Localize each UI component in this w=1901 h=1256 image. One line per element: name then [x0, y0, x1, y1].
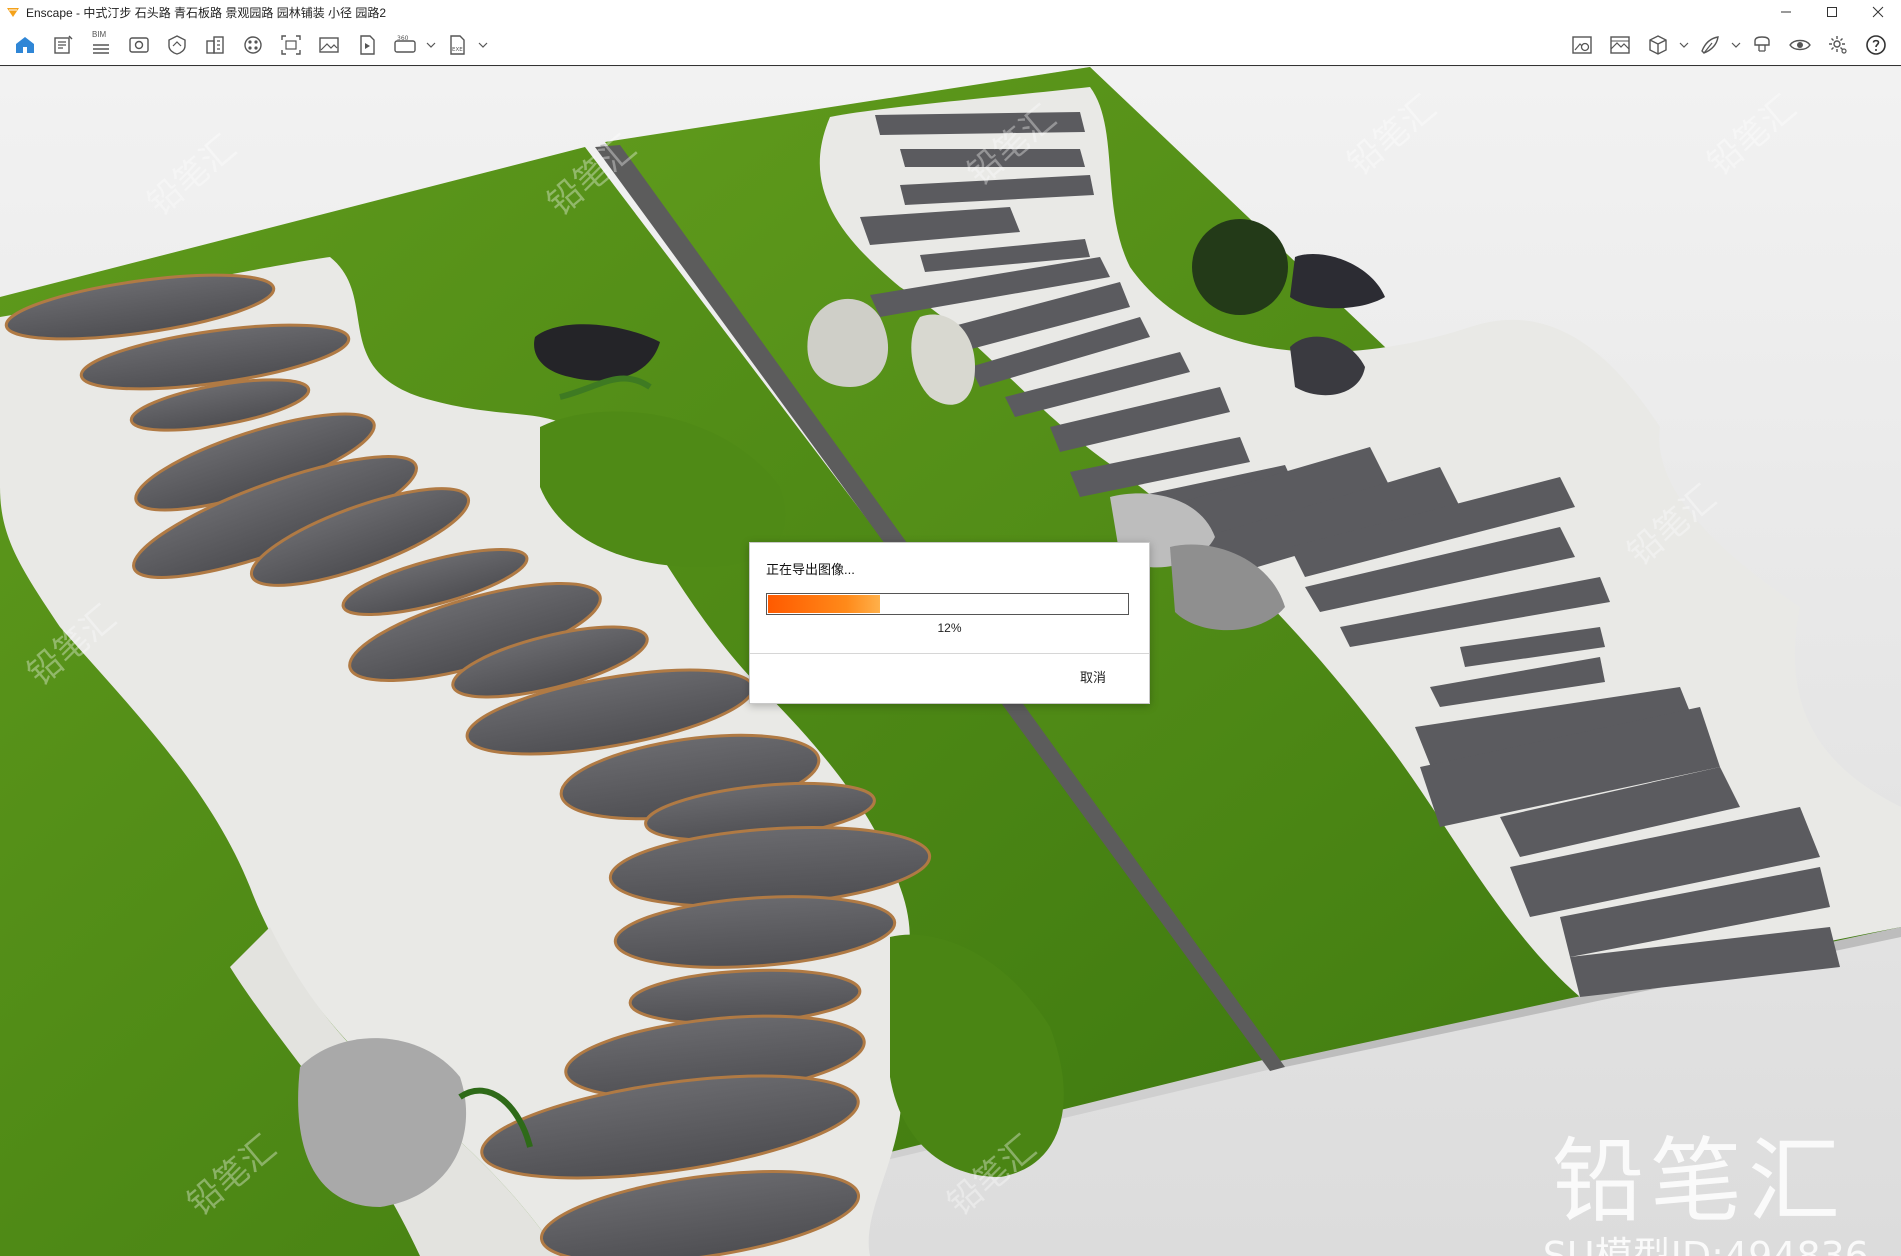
cube-view-dropdown[interactable]: [1677, 28, 1691, 62]
vr-headset-icon: [1754, 36, 1770, 52]
cube-view-icon: [1649, 35, 1667, 55]
dialog-title: 正在导出图像...: [766, 562, 855, 577]
minimize-button[interactable]: [1763, 0, 1809, 24]
capture-icon: [1610, 36, 1630, 54]
export-dropdown[interactable]: [476, 28, 490, 62]
panorama-dropdown[interactable]: [424, 28, 438, 62]
eye-button[interactable]: [1781, 28, 1819, 62]
chevron-down-icon: [478, 42, 488, 48]
help-icon: [1866, 35, 1886, 55]
bim-label: BIM: [92, 29, 107, 39]
minimize-icon: [1781, 11, 1791, 13]
panorama-button[interactable]: 360: [386, 28, 424, 62]
toolbar-right-group: [1563, 24, 1895, 66]
chevron-down-icon: [1679, 42, 1689, 48]
asset-library-button[interactable]: [44, 28, 82, 62]
material-editor-dropdown[interactable]: [1729, 28, 1743, 62]
help-button[interactable]: [1857, 28, 1895, 62]
vr-headset-button[interactable]: [1743, 28, 1781, 62]
chevron-down-icon: [1731, 42, 1741, 48]
window-controls: [1763, 0, 1901, 24]
close-button[interactable]: [1855, 0, 1901, 24]
progress-percent: 12%: [937, 621, 962, 635]
buildings-button[interactable]: [196, 28, 234, 62]
enscape-logo-icon: [7, 8, 19, 17]
batch-render-icon: [319, 36, 339, 53]
export-exe-button[interactable]: EXE: [438, 28, 476, 62]
bim-button[interactable]: BIM: [82, 28, 120, 62]
cancel-button[interactable]: 取消: [1080, 667, 1106, 686]
settings-button[interactable]: [1819, 28, 1857, 62]
site-context-icon: [168, 34, 186, 55]
progress-fill: [768, 595, 880, 613]
toolbar: BIM 360 EXE: [0, 24, 1901, 87]
video-button[interactable]: [348, 28, 386, 62]
materials-icon: [244, 35, 262, 54]
cube-view-button[interactable]: [1639, 28, 1677, 62]
svg-text:360: 360: [397, 35, 409, 42]
window-title: Enscape - 中式汀步 石头路 青石板路 景观园路 园林铺装 小径 园路2: [26, 5, 387, 20]
progress-bar: [766, 593, 1129, 615]
toolbar-left-group: BIM 360 EXE: [6, 28, 490, 62]
materials-button[interactable]: [234, 28, 272, 62]
visual-settings-button[interactable]: [1563, 28, 1601, 62]
eye-icon: [1789, 39, 1811, 51]
render-screenshot-icon: [281, 34, 301, 55]
home-button[interactable]: [6, 28, 44, 62]
material-editor-icon: [1701, 36, 1719, 54]
material-editor-button[interactable]: [1691, 28, 1729, 62]
maximize-button[interactable]: [1809, 0, 1855, 24]
views-icon: [129, 36, 149, 53]
buildings-icon: [206, 35, 224, 54]
svg-text:EXE: EXE: [452, 47, 463, 53]
dialog-divider: [750, 653, 1149, 654]
site-context-button[interactable]: [158, 28, 196, 62]
watermark-model-id: SU模型ID:494836: [1542, 1234, 1869, 1256]
settings-icon: [1829, 36, 1847, 54]
views-button[interactable]: [120, 28, 158, 62]
chevron-down-icon: [426, 42, 436, 48]
title-bar: Enscape - 中式汀步 石头路 青石板路 景观园路 园林铺装 小径 园路2: [0, 0, 1901, 24]
export-progress-dialog: 正在导出图像... 12% 取消: [749, 542, 1150, 704]
export-exe-icon: EXE: [450, 34, 465, 55]
visual-settings-icon: [1572, 36, 1592, 54]
panorama-icon: 360: [394, 35, 416, 53]
asset-library-icon: [54, 35, 73, 54]
close-icon: [1872, 6, 1884, 18]
capture-button[interactable]: [1601, 28, 1639, 62]
render-screenshot-button[interactable]: [272, 28, 310, 62]
watermark-brand: 铅笔汇: [1551, 1128, 1846, 1235]
maximize-icon: [1827, 7, 1837, 17]
home-icon: [16, 36, 34, 53]
video-icon: [360, 34, 375, 55]
batch-render-button[interactable]: [310, 28, 348, 62]
